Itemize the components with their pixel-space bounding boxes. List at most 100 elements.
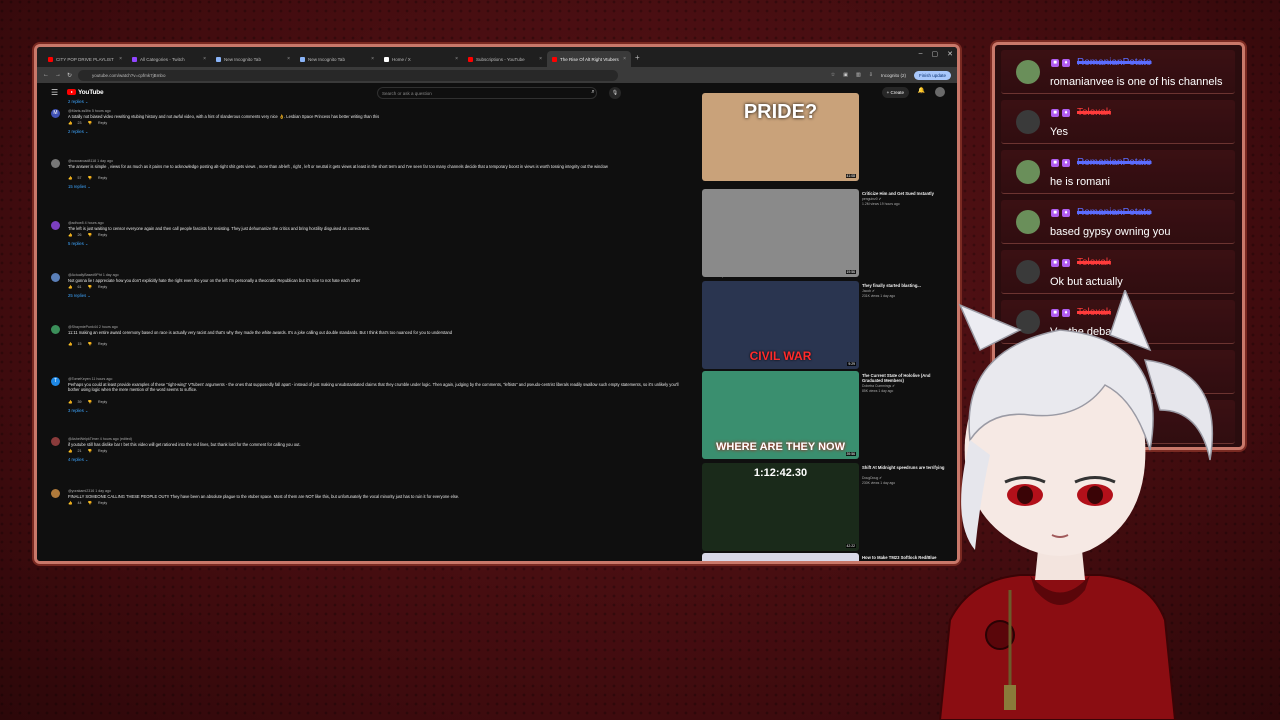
reply-button[interactable]: Reply — [98, 176, 107, 180]
comment-author[interactable]: @TomeKeyen 11 hours ago — [68, 377, 112, 381]
new-tab-button[interactable]: + — [631, 53, 644, 62]
comment-author[interactable]: @ActuallyBased9Pht 1 day ago — [68, 273, 119, 277]
comment-author[interactable]: @cocoaroad8118 1 day ago — [68, 159, 113, 163]
forward-icon[interactable]: → — [55, 72, 61, 78]
video-channel[interactable]: Jacob ✔ — [862, 289, 875, 293]
like-icon[interactable]: 👍 — [68, 342, 72, 346]
tab-favicon-icon — [552, 56, 557, 62]
maximize-icon[interactable]: ▢ — [932, 50, 939, 58]
comment-avatar[interactable] — [51, 325, 60, 334]
chat-username[interactable]: RomanianPotato — [1077, 157, 1152, 168]
replies-toggle[interactable]: 2 replies ⌄ — [68, 129, 89, 134]
microphone-icon[interactable]: 🎙 — [609, 87, 621, 99]
reply-button[interactable]: Reply — [98, 342, 107, 346]
chat-username[interactable]: Teloxak — [1077, 107, 1111, 118]
download-icon[interactable]: ⇩ — [869, 72, 873, 78]
chat-username[interactable]: Teloxak — [1077, 257, 1111, 268]
browser-tab[interactable]: Home / X × — [379, 51, 463, 67]
comment-avatar[interactable] — [51, 273, 60, 282]
video-thumbnail[interactable]: WHERE ARE THEY NOW 39:56 — [702, 371, 859, 459]
reply-button[interactable]: Reply — [98, 285, 107, 289]
finish-update-button[interactable]: Finish update — [913, 70, 951, 80]
tab-close-icon[interactable]: × — [623, 56, 626, 62]
video-channel[interactable]: penguinz0 ✔ — [862, 197, 881, 201]
dislike-icon[interactable]: 👎 — [87, 285, 91, 289]
dislike-icon[interactable]: 👎 — [87, 449, 91, 453]
comment-author[interactable]: @yorakami2316 1 day ago — [68, 489, 111, 493]
tab-close-icon[interactable]: × — [455, 56, 458, 62]
replies-toggle[interactable]: 4 replies ⌄ — [68, 457, 89, 462]
browser-tab[interactable]: New Incognito Tab × — [211, 51, 295, 67]
like-icon[interactable]: 👍 — [68, 176, 72, 180]
comment-avatar[interactable]: T — [51, 377, 60, 386]
browser-tab[interactable]: Subscriptions - YouTube × — [463, 51, 547, 67]
comment-author[interactable]: @AsheWelpkTimer 4 hours ago (edited) — [68, 437, 132, 441]
address-field[interactable]: youtube.com/watch?v=cpfmk7jBmbo — [78, 69, 619, 81]
search-icon[interactable]: ⌕ — [587, 87, 599, 99]
video-title[interactable]: Criticize Him and Get Sued Instantly — [862, 191, 950, 196]
like-icon[interactable]: 👍 — [68, 233, 72, 237]
video-thumbnail[interactable]: PRIDE? 41:08 — [702, 93, 859, 181]
close-window-icon[interactable]: ✕ — [947, 50, 953, 58]
comment-author[interactable]: @Maris-ss5fw 5 hours ago — [68, 109, 111, 113]
dislike-icon[interactable]: 👎 — [87, 501, 91, 505]
dislike-icon[interactable]: 👎 — [87, 342, 91, 346]
replies-toggle[interactable]: 3 replies ⌄ — [68, 408, 89, 413]
video-thumbnail[interactable]: 1:12:42.30 42:22 — [702, 463, 859, 551]
replies-toggle[interactable]: 5 replies ⌄ — [68, 241, 89, 246]
reply-button[interactable]: Reply — [98, 400, 107, 404]
video-thumbnail[interactable]: 19:56 — [702, 189, 859, 277]
account-avatar[interactable] — [935, 87, 945, 97]
like-icon[interactable]: 👍 — [68, 285, 72, 289]
search-input[interactable]: Search or ask a question — [377, 87, 597, 99]
browser-tab[interactable]: The Rise Of Alt Right Vtubers × — [547, 51, 631, 67]
tab-close-icon[interactable]: × — [203, 56, 206, 62]
comment-avatar[interactable] — [51, 437, 60, 446]
dislike-icon[interactable]: 👎 — [87, 121, 91, 125]
incognito-label[interactable]: Incognito (2) — [881, 73, 906, 78]
youtube-logo[interactable]: YouTube — [67, 89, 104, 96]
video-thumbnail[interactable]: Softlocked by TM23 — [702, 553, 859, 561]
replies-toggle[interactable]: 25 replies ⌄ — [68, 293, 91, 298]
dislike-icon[interactable]: 👎 — [87, 233, 91, 237]
comment-avatar[interactable] — [51, 221, 60, 230]
tab-close-icon[interactable]: × — [371, 56, 374, 62]
like-icon[interactable]: 👍 — [68, 449, 72, 453]
video-title[interactable]: They finally started blasting... — [862, 283, 950, 288]
create-button[interactable]: + Create — [881, 87, 909, 98]
like-icon[interactable]: 👍 — [68, 501, 72, 505]
dislike-icon[interactable]: 👎 — [87, 400, 91, 404]
reload-icon[interactable]: ↻ — [67, 72, 72, 79]
reply-button[interactable]: Reply — [98, 501, 107, 505]
minimize-icon[interactable]: – — [919, 50, 923, 58]
browser-tab[interactable]: All Categories - Twitch × — [127, 51, 211, 67]
tab-close-icon[interactable]: × — [287, 56, 290, 62]
like-icon[interactable]: 👍 — [68, 121, 72, 125]
comment-avatar[interactable] — [51, 159, 60, 168]
browser-tab[interactable]: CITY POP DRIVE PLAYLIST × — [43, 51, 127, 67]
replies-toggle[interactable]: 15 replies ⌄ — [68, 184, 91, 189]
chat-username[interactable]: RomanianPotato — [1077, 207, 1152, 218]
back-icon[interactable]: ← — [43, 72, 49, 78]
notifications-bell-icon[interactable]: 🔔 — [918, 87, 925, 94]
replies-toggle[interactable]: 2 replies ⌄ — [68, 99, 89, 104]
sidepanel-icon[interactable]: ▥ — [856, 72, 861, 78]
browser-tab[interactable]: New Incognito Tab × — [295, 51, 379, 67]
comment-author[interactable]: @adhoe8 4 hours ago — [68, 221, 104, 225]
reply-button[interactable]: Reply — [98, 233, 107, 237]
comment-author[interactable]: @ShaymiePunk44 2 hours ago — [68, 325, 118, 329]
dislike-icon[interactable]: 👎 — [87, 176, 91, 180]
reply-button[interactable]: Reply — [98, 449, 107, 453]
bookmark-star-icon[interactable]: ☆ — [831, 72, 835, 78]
chat-username[interactable]: RomanianPotato — [1077, 57, 1152, 68]
like-icon[interactable]: 👍 — [68, 400, 72, 404]
tab-close-icon[interactable]: × — [119, 56, 122, 62]
comment-avatar[interactable]: M — [51, 109, 60, 118]
comment-avatar[interactable] — [51, 489, 60, 498]
video-thumbnail[interactable]: CIVIL WAR 9:29 — [702, 281, 859, 369]
hamburger-menu-icon[interactable]: ☰ — [51, 88, 67, 97]
video-channel[interactable]: DougDoug ✔ — [862, 476, 882, 480]
tab-close-icon[interactable]: × — [539, 56, 542, 62]
extensions-icon[interactable]: ▣ — [843, 72, 848, 78]
reply-button[interactable]: Reply — [98, 121, 107, 125]
